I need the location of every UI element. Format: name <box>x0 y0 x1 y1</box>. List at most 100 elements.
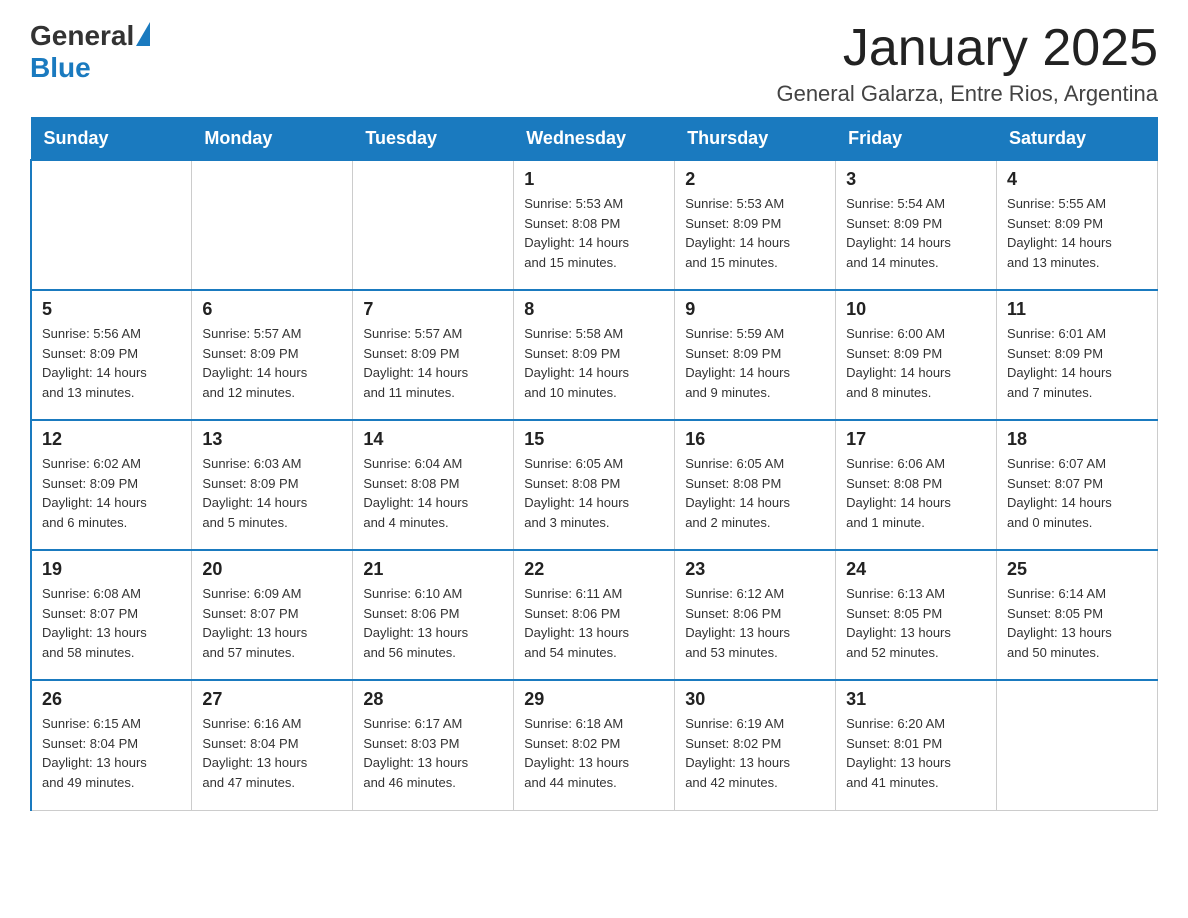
empty-cell <box>192 160 353 290</box>
day-number-12: 12 <box>42 429 181 450</box>
day-cell-22: 22 Sunrise: 6:11 AM Sunset: 8:06 PM Dayli… <box>514 550 675 680</box>
day-info-6: Sunrise: 5:57 AM Sunset: 8:09 PM Dayligh… <box>202 324 342 402</box>
day-info-19: Sunrise: 6:08 AM Sunset: 8:07 PM Dayligh… <box>42 584 181 662</box>
day-cell-6: 6 Sunrise: 5:57 AM Sunset: 8:09 PM Daylig… <box>192 290 353 420</box>
calendar-title: January 2025 <box>776 20 1158 77</box>
column-header-wednesday: Wednesday <box>514 118 675 161</box>
day-info-31: Sunrise: 6:20 AM Sunset: 8:01 PM Dayligh… <box>846 714 986 792</box>
day-info-25: Sunrise: 6:14 AM Sunset: 8:05 PM Dayligh… <box>1007 584 1147 662</box>
day-cell-5: 5Sunrise: 5:56 AM Sunset: 8:09 PM Daylig… <box>31 290 192 420</box>
day-info-8: Sunrise: 5:58 AM Sunset: 8:09 PM Dayligh… <box>524 324 664 402</box>
day-cell-19: 19 Sunrise: 6:08 AM Sunset: 8:07 PM Dayli… <box>31 550 192 680</box>
day-number-17: 17 <box>846 429 986 450</box>
week-row-5: 26 Sunrise: 6:15 AM Sunset: 8:04 PM Dayli… <box>31 680 1158 810</box>
day-number-28: 28 <box>363 689 503 710</box>
day-number-21: 21 <box>363 559 503 580</box>
day-cell-13: 13Sunrise: 6:03 AM Sunset: 8:09 PM Dayli… <box>192 420 353 550</box>
day-number-11: 11 <box>1007 299 1147 320</box>
day-cell-20: 20 Sunrise: 6:09 AM Sunset: 8:07 PM Dayli… <box>192 550 353 680</box>
day-info-1: Sunrise: 5:53 AM Sunset: 8:08 PM Dayligh… <box>524 194 664 272</box>
day-info-15: Sunrise: 6:05 AM Sunset: 8:08 PM Dayligh… <box>524 454 664 532</box>
week-row-1: 1Sunrise: 5:53 AM Sunset: 8:08 PM Daylig… <box>31 160 1158 290</box>
day-cell-16: 16Sunrise: 6:05 AM Sunset: 8:08 PM Dayli… <box>675 420 836 550</box>
day-number-10: 10 <box>846 299 986 320</box>
column-header-sunday: Sunday <box>31 118 192 161</box>
day-cell-31: 31 Sunrise: 6:20 AM Sunset: 8:01 PM Dayli… <box>836 680 997 810</box>
day-info-20: Sunrise: 6:09 AM Sunset: 8:07 PM Dayligh… <box>202 584 342 662</box>
day-cell-10: 10 Sunrise: 6:00 AM Sunset: 8:09 PM Dayli… <box>836 290 997 420</box>
day-number-14: 14 <box>363 429 503 450</box>
day-number-30: 30 <box>685 689 825 710</box>
column-header-tuesday: Tuesday <box>353 118 514 161</box>
day-cell-21: 21 Sunrise: 6:10 AM Sunset: 8:06 PM Dayli… <box>353 550 514 680</box>
day-cell-30: 30 Sunrise: 6:19 AM Sunset: 8:02 PM Dayli… <box>675 680 836 810</box>
title-section: January 2025 General Galarza, Entre Rios… <box>776 20 1158 107</box>
day-number-19: 19 <box>42 559 181 580</box>
empty-cell <box>997 680 1158 810</box>
day-number-4: 4 <box>1007 169 1147 190</box>
day-info-26: Sunrise: 6:15 AM Sunset: 8:04 PM Dayligh… <box>42 714 181 792</box>
day-number-7: 7 <box>363 299 503 320</box>
calendar-table: SundayMondayTuesdayWednesdayThursdayFrid… <box>30 117 1158 811</box>
day-info-21: Sunrise: 6:10 AM Sunset: 8:06 PM Dayligh… <box>363 584 503 662</box>
logo: General Blue <box>30 20 150 84</box>
day-number-16: 16 <box>685 429 825 450</box>
day-cell-26: 26 Sunrise: 6:15 AM Sunset: 8:04 PM Dayli… <box>31 680 192 810</box>
day-number-27: 27 <box>202 689 342 710</box>
empty-cell <box>31 160 192 290</box>
day-number-26: 26 <box>42 689 181 710</box>
day-cell-7: 7Sunrise: 5:57 AM Sunset: 8:09 PM Daylig… <box>353 290 514 420</box>
day-cell-1: 1Sunrise: 5:53 AM Sunset: 8:08 PM Daylig… <box>514 160 675 290</box>
day-number-3: 3 <box>846 169 986 190</box>
calendar-subtitle: General Galarza, Entre Rios, Argentina <box>776 81 1158 107</box>
day-number-25: 25 <box>1007 559 1147 580</box>
week-row-3: 12Sunrise: 6:02 AM Sunset: 8:09 PM Dayli… <box>31 420 1158 550</box>
day-info-29: Sunrise: 6:18 AM Sunset: 8:02 PM Dayligh… <box>524 714 664 792</box>
day-cell-8: 8Sunrise: 5:58 AM Sunset: 8:09 PM Daylig… <box>514 290 675 420</box>
day-info-30: Sunrise: 6:19 AM Sunset: 8:02 PM Dayligh… <box>685 714 825 792</box>
day-cell-12: 12Sunrise: 6:02 AM Sunset: 8:09 PM Dayli… <box>31 420 192 550</box>
day-info-4: Sunrise: 5:55 AM Sunset: 8:09 PM Dayligh… <box>1007 194 1147 272</box>
day-number-20: 20 <box>202 559 342 580</box>
day-info-14: Sunrise: 6:04 AM Sunset: 8:08 PM Dayligh… <box>363 454 503 532</box>
day-cell-23: 23 Sunrise: 6:12 AM Sunset: 8:06 PM Dayli… <box>675 550 836 680</box>
day-number-31: 31 <box>846 689 986 710</box>
day-cell-4: 4 Sunrise: 5:55 AM Sunset: 8:09 PM Daylig… <box>997 160 1158 290</box>
day-info-22: Sunrise: 6:11 AM Sunset: 8:06 PM Dayligh… <box>524 584 664 662</box>
day-info-2: Sunrise: 5:53 AM Sunset: 8:09 PM Dayligh… <box>685 194 825 272</box>
day-number-9: 9 <box>685 299 825 320</box>
day-cell-27: 27 Sunrise: 6:16 AM Sunset: 8:04 PM Dayli… <box>192 680 353 810</box>
day-info-23: Sunrise: 6:12 AM Sunset: 8:06 PM Dayligh… <box>685 584 825 662</box>
day-cell-18: 18Sunrise: 6:07 AM Sunset: 8:07 PM Dayli… <box>997 420 1158 550</box>
day-number-29: 29 <box>524 689 664 710</box>
day-number-18: 18 <box>1007 429 1147 450</box>
day-cell-14: 14 Sunrise: 6:04 AM Sunset: 8:08 PM Dayli… <box>353 420 514 550</box>
day-cell-29: 29 Sunrise: 6:18 AM Sunset: 8:02 PM Dayli… <box>514 680 675 810</box>
day-cell-25: 25 Sunrise: 6:14 AM Sunset: 8:05 PM Dayli… <box>997 550 1158 680</box>
page-header: General Blue January 2025 General Galarz… <box>30 20 1158 107</box>
week-row-4: 19 Sunrise: 6:08 AM Sunset: 8:07 PM Dayli… <box>31 550 1158 680</box>
day-cell-2: 2Sunrise: 5:53 AM Sunset: 8:09 PM Daylig… <box>675 160 836 290</box>
day-number-6: 6 <box>202 299 342 320</box>
column-header-monday: Monday <box>192 118 353 161</box>
logo-blue-text: Blue <box>30 52 91 84</box>
day-cell-28: 28 Sunrise: 6:17 AM Sunset: 8:03 PM Dayli… <box>353 680 514 810</box>
empty-cell <box>353 160 514 290</box>
day-number-15: 15 <box>524 429 664 450</box>
logo-triangle-icon <box>136 22 150 46</box>
day-number-23: 23 <box>685 559 825 580</box>
day-info-24: Sunrise: 6:13 AM Sunset: 8:05 PM Dayligh… <box>846 584 986 662</box>
logo-text-group: General Blue <box>30 20 150 84</box>
column-header-thursday: Thursday <box>675 118 836 161</box>
day-cell-9: 9Sunrise: 5:59 AM Sunset: 8:09 PM Daylig… <box>675 290 836 420</box>
logo-general-text: General <box>30 20 134 52</box>
day-number-5: 5 <box>42 299 181 320</box>
day-info-3: Sunrise: 5:54 AM Sunset: 8:09 PM Dayligh… <box>846 194 986 272</box>
day-info-28: Sunrise: 6:17 AM Sunset: 8:03 PM Dayligh… <box>363 714 503 792</box>
day-info-11: Sunrise: 6:01 AM Sunset: 8:09 PM Dayligh… <box>1007 324 1147 402</box>
day-info-27: Sunrise: 6:16 AM Sunset: 8:04 PM Dayligh… <box>202 714 342 792</box>
day-cell-17: 17Sunrise: 6:06 AM Sunset: 8:08 PM Dayli… <box>836 420 997 550</box>
logo-row1: General <box>30 20 150 52</box>
day-info-10: Sunrise: 6:00 AM Sunset: 8:09 PM Dayligh… <box>846 324 986 402</box>
day-number-22: 22 <box>524 559 664 580</box>
